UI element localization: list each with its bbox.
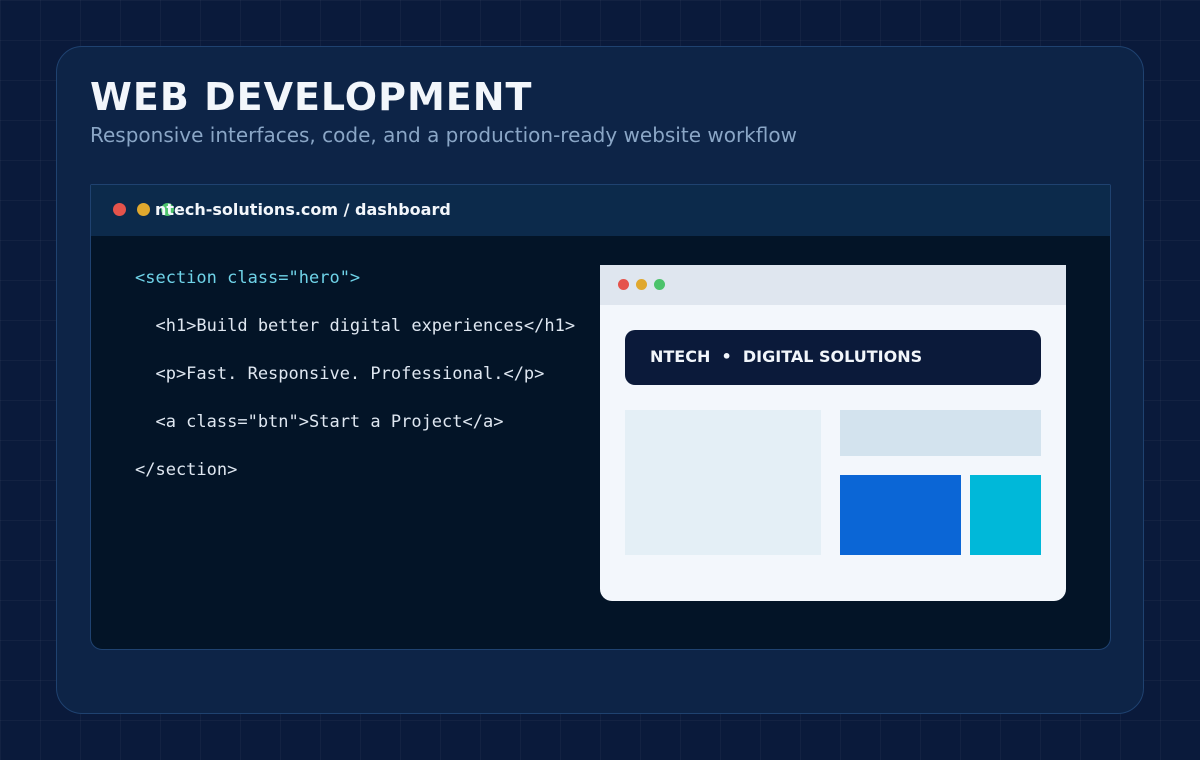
- code-line-section-open: <section class="hero">: [135, 268, 361, 288]
- preview-close-dot-icon: [618, 279, 629, 290]
- code-line-section-close: </section>: [135, 460, 238, 480]
- preview-hero-text: NTECH • DIGITAL SOLUTIONS: [650, 347, 923, 366]
- code-line-h1: <h1>Build better digital experiences</h1…: [135, 316, 576, 336]
- preview-hero-banner: NTECH • DIGITAL SOLUTIONS: [625, 330, 1041, 385]
- preview-header-placeholder: [840, 410, 1041, 456]
- preview-minimize-dot-icon: [636, 279, 647, 290]
- preview-blue-block: [840, 475, 961, 555]
- code-editor: <section class="hero"> <h1>Build better …: [135, 267, 575, 480]
- preview-maximize-dot-icon: [654, 279, 665, 290]
- browser-title-bar: ntech-solutions.com / dashboard: [91, 185, 1110, 236]
- code-line-paragraph: <p>Fast. Responsive. Professional.</p>: [135, 364, 545, 384]
- page-subtitle: Responsive interfaces, code, and a produ…: [90, 123, 797, 147]
- page-title: WEB DEVELOPMENT: [90, 75, 533, 119]
- close-window-dot-icon[interactable]: [113, 203, 126, 216]
- preview-title-bar: [600, 265, 1066, 305]
- address-bar-url[interactable]: ntech-solutions.com / dashboard: [155, 199, 451, 221]
- code-line-anchor: <a class="btn">Start a Project</a>: [135, 412, 504, 432]
- browser-window: ntech-solutions.com / dashboard <section…: [90, 184, 1111, 650]
- minimize-window-dot-icon[interactable]: [137, 203, 150, 216]
- preview-cyan-block: [970, 475, 1041, 555]
- website-preview-window: NTECH • DIGITAL SOLUTIONS: [600, 265, 1066, 601]
- preview-content-placeholder: [625, 410, 821, 555]
